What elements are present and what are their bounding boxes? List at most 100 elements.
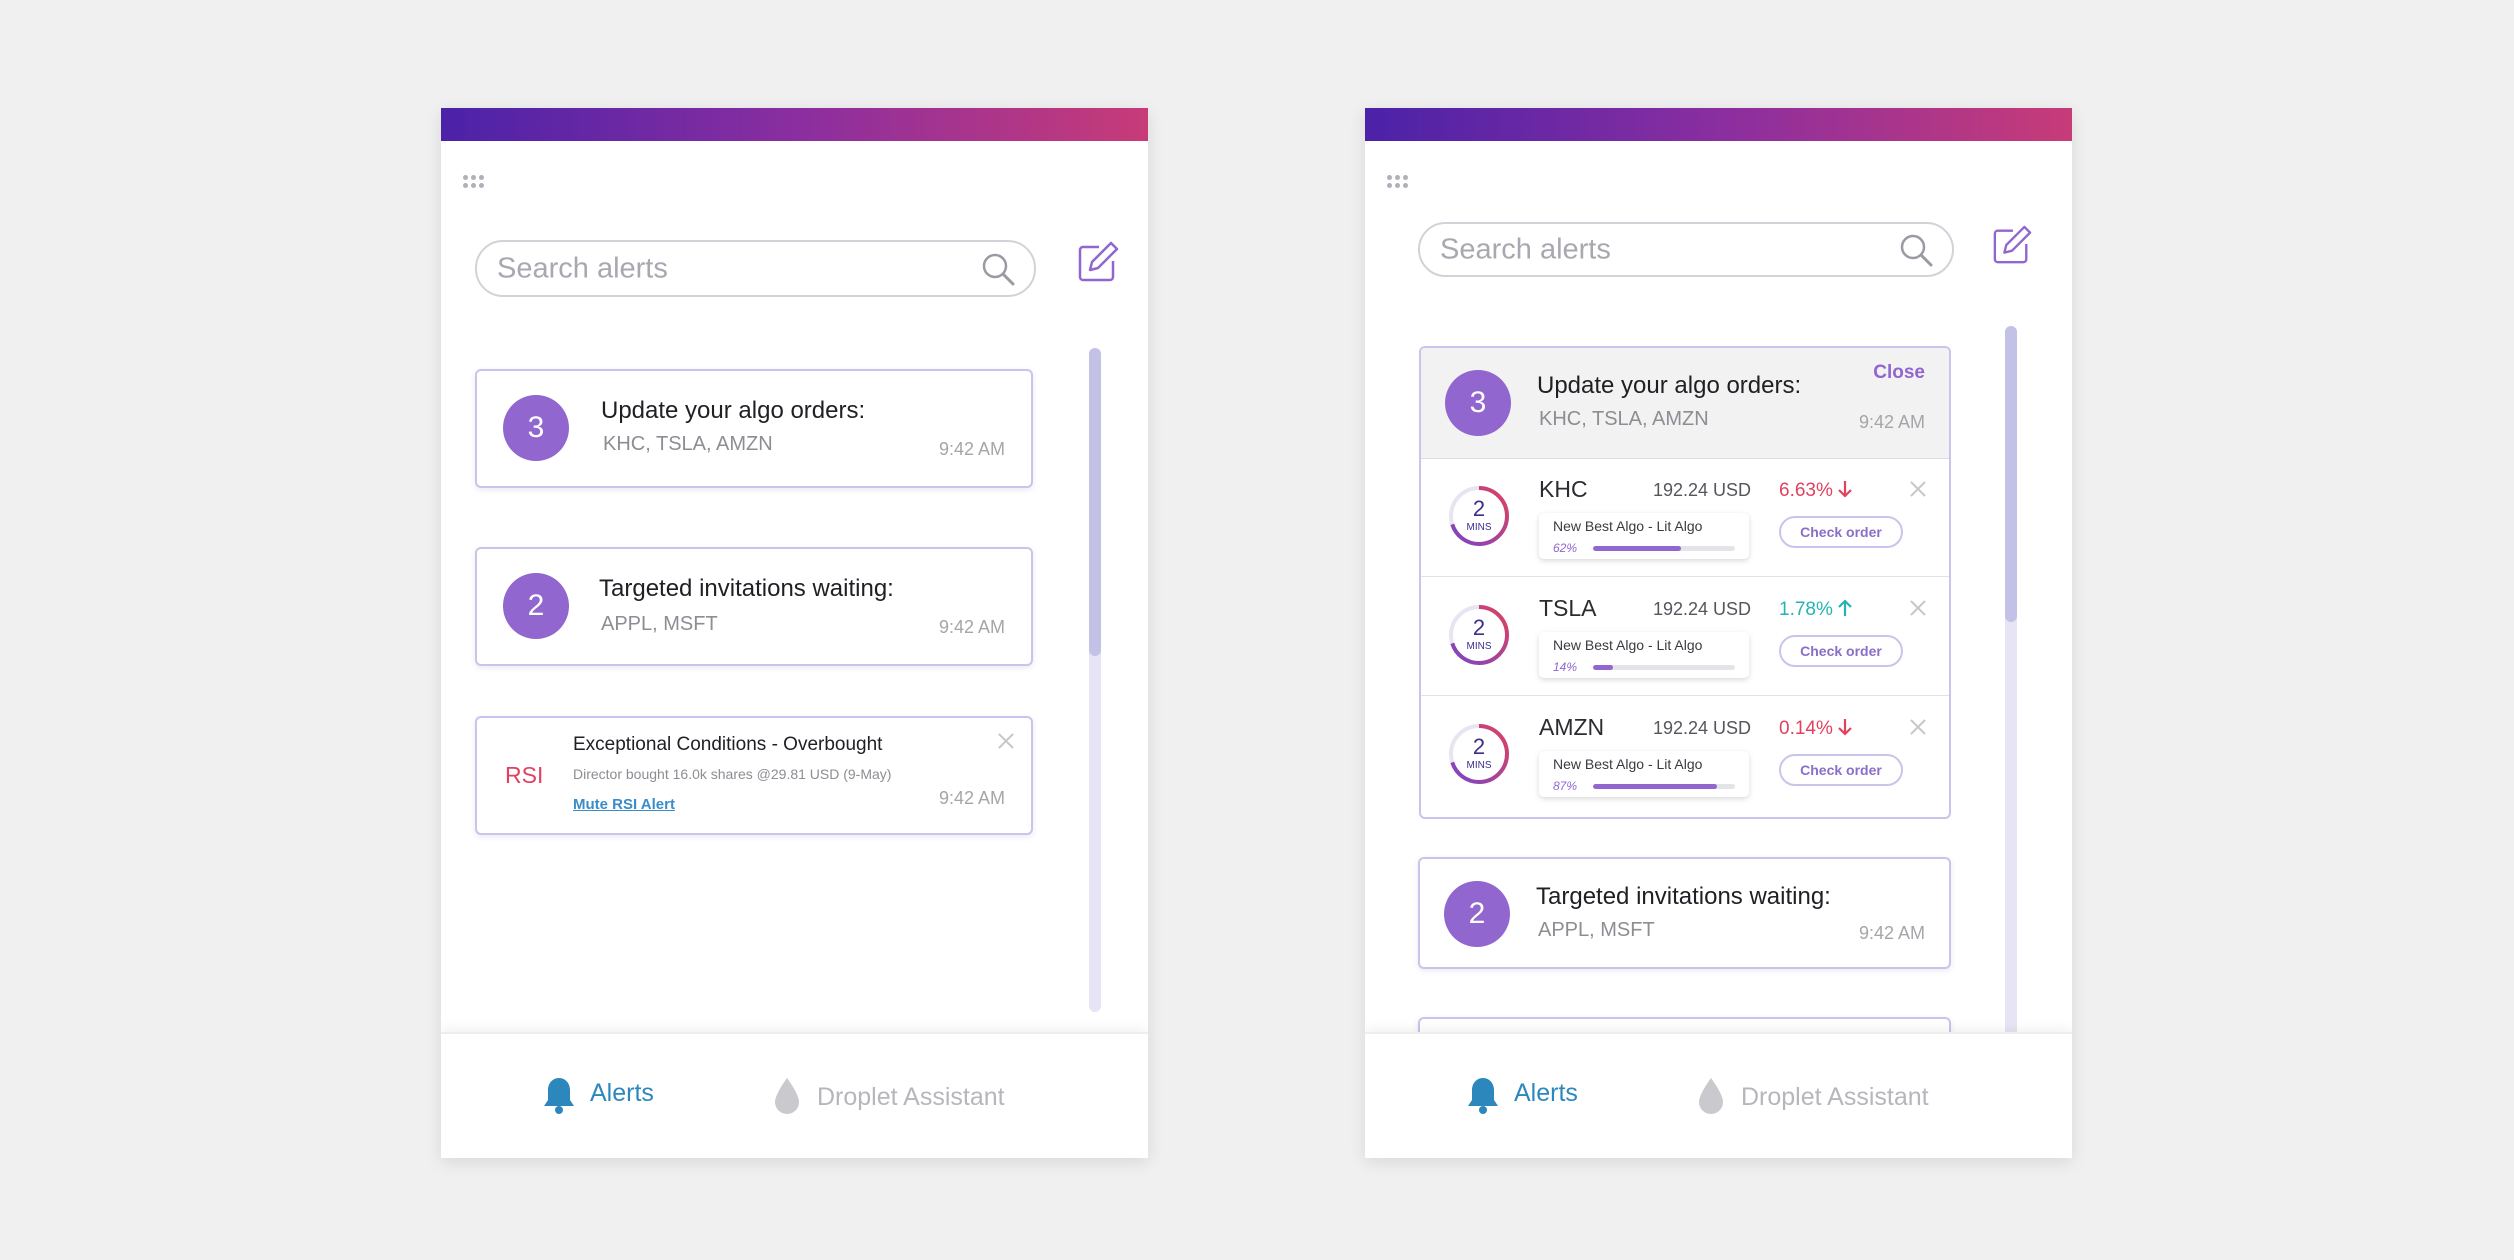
price-change-value: 6.63% (1779, 480, 1833, 501)
alert-title: Update your algo orders: (601, 397, 866, 424)
nav-alerts[interactable]: Alerts (1465, 1075, 1595, 1115)
arrow-up-icon (1838, 599, 1852, 616)
algo-progress-card: New Best Algo - Lit Algo 62% (1539, 513, 1749, 559)
algo-progress-fill (1593, 665, 1613, 670)
count-badge: 3 (1445, 370, 1511, 436)
ticker-price: 192.24 USD (1653, 599, 1752, 619)
ticker-symbol: TSLA (1539, 595, 1597, 621)
alert-time: 9:42 AM (938, 788, 1005, 808)
alert-card-algo-orders[interactable]: 3 Update your algo orders: KHC, TSLA, AM… (475, 369, 1033, 488)
bottom-nav: Alerts Droplet Assistant (441, 1032, 1148, 1158)
algo-progress-fill (1593, 784, 1717, 789)
compose-icon[interactable] (1992, 225, 2032, 265)
check-order-button[interactable]: Check order (1779, 635, 1903, 667)
alert-tickers: APPL, MSFT (1538, 919, 1655, 941)
ticker-price: 192.24 USD (1653, 718, 1752, 738)
price-change: 0.14% (1779, 717, 1853, 740)
rsi-badge: RSI (505, 762, 544, 788)
alert-title: Targeted invitations waiting: (599, 575, 894, 602)
droplet-icon (775, 1078, 799, 1114)
apps-grid-icon[interactable] (1387, 175, 1411, 191)
nav-droplet-label: Droplet Assistant (817, 1083, 1005, 1111)
algo-name: New Best Algo - Lit Algo (1553, 518, 1703, 534)
stock-row: 2 MINS TSLA 192.24 USD 1.78% New Best Algo - … (1421, 577, 1949, 696)
check-order-button[interactable]: Check order (1779, 754, 1903, 786)
countdown-value: 2 (1472, 615, 1486, 640)
countdown-value: 2 (1472, 496, 1486, 521)
alert-title: Targeted invitations waiting: (1536, 883, 1831, 910)
search-icon[interactable] (1898, 232, 1934, 268)
nav-droplet-label: Droplet Assistant (1741, 1083, 1929, 1111)
search-input[interactable]: Search alerts (1418, 222, 1954, 277)
alert-tickers: APPL, MSFT (601, 613, 718, 635)
expanded-alert-group: 3 Update your algo orders: KHC, TSLA, AM… (1419, 346, 1951, 819)
close-icon[interactable] (1909, 718, 1927, 736)
algo-progress-bar (1593, 665, 1735, 670)
search-icon[interactable] (980, 251, 1016, 287)
price-change-value: 0.14% (1779, 718, 1833, 739)
close-icon[interactable] (1909, 599, 1927, 617)
stock-row: 2 MINS KHC 192.24 USD 6.63% New Best Algo - L… (1421, 458, 1949, 577)
search-placeholder: Search alerts (1440, 233, 1611, 265)
algo-progress-label: 14% (1553, 660, 1578, 674)
countdown-unit: MINS (1466, 641, 1492, 652)
countdown-unit: MINS (1466, 760, 1492, 771)
rsi-title: Exceptional Conditions - Overbought (573, 734, 883, 755)
scrollbar-thumb[interactable] (2005, 326, 2017, 622)
scrollbar-track[interactable] (1089, 348, 1101, 1012)
alerts-panel-collapsed: Search alerts 3 Update your algo orders:… (441, 108, 1148, 1158)
algo-progress-card: New Best Algo - Lit Algo 87% (1539, 751, 1749, 797)
countdown-value: 2 (1472, 734, 1486, 759)
algo-progress-bar (1593, 784, 1735, 789)
price-change: 1.78% (1779, 598, 1853, 621)
algo-progress-card: New Best Algo - Lit Algo 14% (1539, 632, 1749, 678)
alert-card-rsi[interactable]: RSI Exceptional Conditions - Overbought … (475, 716, 1033, 835)
nav-alerts[interactable]: Alerts (541, 1075, 671, 1115)
ticker-symbol: KHC (1539, 476, 1588, 502)
alert-tickers: KHC, TSLA, AMZN (1539, 408, 1709, 430)
scrollbar-track[interactable] (2005, 326, 2017, 1066)
alert-tickers: KHC, TSLA, AMZN (603, 433, 773, 455)
nav-droplet-assistant[interactable]: Droplet Assistant (771, 1075, 1031, 1115)
gradient-header-bar (441, 108, 1148, 141)
bell-icon (1468, 1078, 1498, 1114)
nav-alerts-label: Alerts (1514, 1079, 1578, 1107)
stock-row: 2 MINS AMZN 192.24 USD 0.14% New Best Algo - … (1421, 696, 1949, 815)
check-order-button[interactable]: Check order (1779, 516, 1903, 548)
close-link[interactable]: Close (1873, 362, 1925, 384)
countdown-unit: MINS (1466, 522, 1492, 533)
alert-time: 9:42 AM (938, 617, 1005, 637)
price-change-value: 1.78% (1779, 599, 1833, 620)
rsi-description: Director bought 16.0k shares @29.81 USD … (573, 766, 892, 782)
close-icon[interactable] (1909, 480, 1927, 498)
algo-progress-bar (1593, 546, 1735, 551)
mute-rsi-link[interactable]: Mute RSI Alert (573, 796, 675, 813)
alert-time: 9:42 AM (1858, 412, 1925, 432)
scrollbar-thumb[interactable] (1089, 348, 1101, 656)
arrow-down-icon (1838, 481, 1852, 498)
expanded-group-header[interactable]: 3 Update your algo orders: KHC, TSLA, AM… (1421, 348, 1949, 459)
ticker-symbol: AMZN (1539, 714, 1605, 740)
compose-icon[interactable] (1077, 241, 1119, 283)
alert-card-invitations[interactable]: 2 Targeted invitations waiting: APPL, MS… (475, 547, 1033, 666)
alert-card-invitations[interactable]: 2 Targeted invitations waiting: APPL, MS… (1418, 857, 1951, 969)
close-icon[interactable] (997, 732, 1015, 750)
alert-title: Update your algo orders: (1537, 372, 1802, 399)
count-badge: 2 (1444, 881, 1510, 947)
bell-icon (544, 1078, 574, 1114)
algo-name: New Best Algo - Lit Algo (1553, 637, 1703, 653)
bottom-nav: Alerts Droplet Assistant (1365, 1032, 2072, 1158)
nav-droplet-assistant[interactable]: Droplet Assistant (1695, 1075, 1955, 1115)
ticker-price: 192.24 USD (1653, 480, 1752, 500)
count-badge: 3 (503, 395, 569, 461)
nav-alerts-label: Alerts (590, 1079, 654, 1107)
search-input[interactable]: Search alerts (475, 240, 1036, 297)
droplet-icon (1699, 1078, 1723, 1114)
algo-progress-label: 62% (1553, 541, 1578, 555)
price-change: 6.63% (1779, 479, 1853, 502)
alerts-panel-expanded: Search alerts 3 Update your algo orders:… (1365, 108, 2072, 1158)
alert-time: 9:42 AM (938, 439, 1005, 459)
algo-name: New Best Algo - Lit Algo (1553, 756, 1703, 772)
apps-grid-icon[interactable] (463, 175, 487, 191)
algo-progress-label: 87% (1553, 779, 1578, 793)
